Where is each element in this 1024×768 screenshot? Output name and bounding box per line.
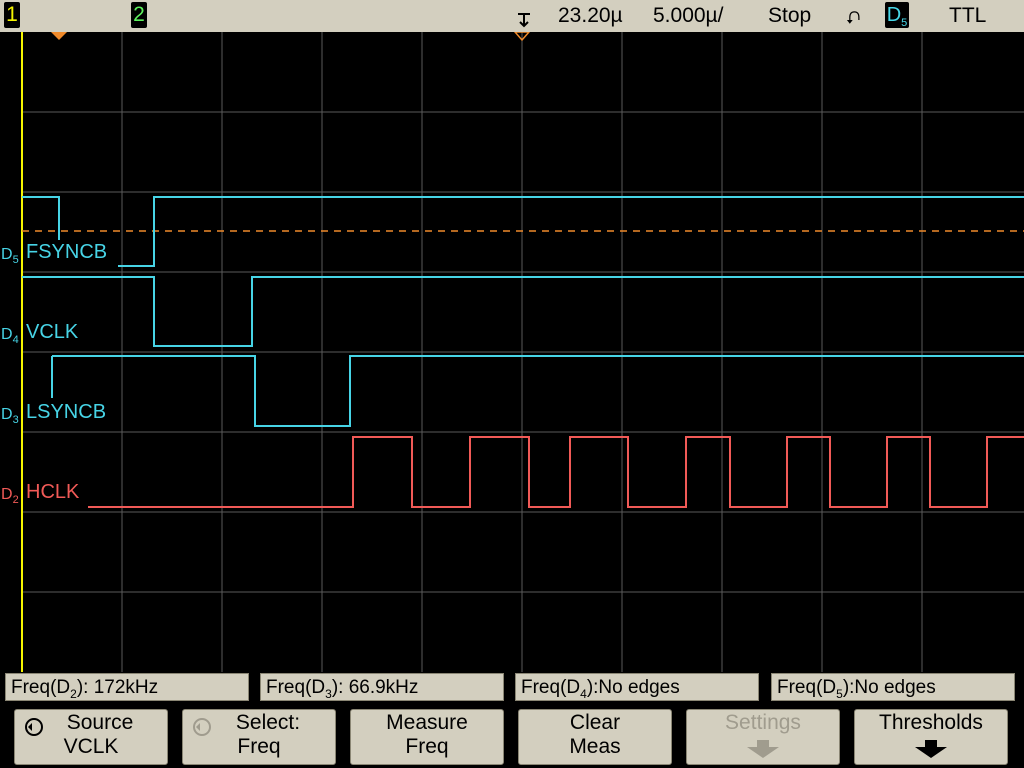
channel-label-lsyncb: LSYNCB — [26, 401, 107, 423]
trigger-marker-icon — [51, 32, 67, 40]
softkey-value: Freq — [237, 735, 281, 758]
channel-id-d4[interactable]: D4 — [1, 326, 19, 346]
status-bar: 1 2 23.20µ 5.000µ/ Stop ⮏ D5 TTL — [0, 0, 1024, 32]
channel-id-d5[interactable]: D5 — [1, 246, 19, 266]
time-per-division: 5.000µ/ — [653, 4, 724, 27]
waveform-d5 — [22, 196, 60, 240]
waveform-d3-b — [52, 355, 1024, 427]
channel-2-indicator[interactable]: 2 — [131, 2, 147, 28]
softkey-label: Settings — [725, 711, 801, 734]
softkey-label: Source — [66, 711, 134, 734]
waveform-d2 — [88, 436, 1024, 508]
trigger-position-icon — [518, 13, 530, 28]
down-arrow-icon — [915, 740, 947, 758]
channel-label-fsyncb: FSYNCB — [26, 241, 108, 263]
select-softkey[interactable]: Select: Freq — [182, 709, 336, 765]
channel-id-d2[interactable]: D2 — [1, 486, 19, 506]
measurement-freq-d4: Freq(D4):No edges — [515, 673, 759, 701]
trigger-source: D5 — [885, 2, 909, 29]
clear-meas-softkey[interactable]: Clear Meas — [518, 709, 672, 765]
waveform-d4 — [22, 276, 1024, 347]
threshold-logic: TTL — [949, 4, 987, 27]
softkey-label: Select: — [235, 711, 301, 734]
measure-freq-softkey[interactable]: Measure Freq — [350, 709, 504, 765]
thresholds-softkey[interactable]: Thresholds — [854, 709, 1008, 765]
horizontal-delay: 23.20µ — [558, 4, 623, 27]
softkey-label: Measure — [386, 711, 468, 734]
softkey-value: Freq — [405, 735, 449, 758]
grid-lines — [22, 32, 1024, 672]
acquisition-status: Stop — [768, 4, 812, 27]
waveform-display[interactable]: D5 FSYNCB D4 VCLK D3 LSYNCB D2 HCLK — [0, 32, 1024, 672]
softkey-label: Clear — [569, 711, 621, 734]
settings-softkey[interactable]: Settings — [686, 709, 840, 765]
down-arrow-icon — [747, 740, 779, 758]
channel-1-indicator[interactable]: 1 — [4, 2, 20, 28]
measurement-freq-d3: Freq(D3): 66.9kHz — [260, 673, 504, 701]
source-softkey[interactable]: Source VCLK — [14, 709, 168, 765]
softkey-value: VCLK — [63, 735, 119, 758]
channel-label-hclk: HCLK — [26, 481, 80, 503]
measurement-freq-d5: Freq(D5):No edges — [771, 673, 1015, 701]
channel-id-d3[interactable]: D3 — [1, 406, 19, 426]
softkey-value: Meas — [569, 735, 621, 758]
measurement-freq-d2: Freq(D2): 172kHz — [5, 673, 249, 701]
softkey-label: Thresholds — [879, 711, 983, 734]
channel-label-vclk: VCLK — [26, 321, 79, 343]
graticule — [21, 32, 1024, 672]
